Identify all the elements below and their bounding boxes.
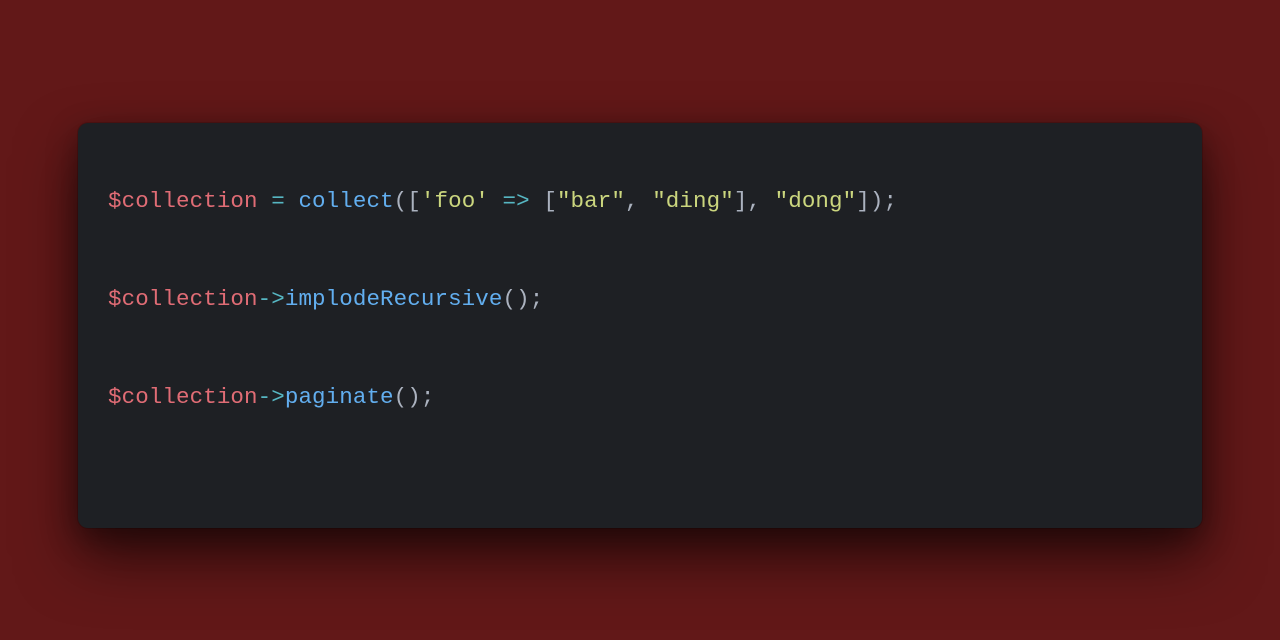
code-token: ();	[394, 384, 435, 410]
code-token: "dong"	[775, 188, 857, 214]
code-token: "ding"	[652, 188, 734, 214]
code-token: paginate	[285, 384, 394, 410]
code-token: ,	[625, 188, 652, 214]
code-token: 'foo'	[421, 188, 489, 214]
code-token: ([	[394, 188, 421, 214]
code-token: ],	[734, 188, 775, 214]
code-token	[258, 188, 272, 214]
code-card: $collection = collect(['foo' => ["bar", …	[78, 123, 1202, 528]
code-token: collect	[298, 188, 393, 214]
code-token	[489, 188, 503, 214]
code-token: =>	[503, 188, 530, 214]
code-token: "bar"	[557, 188, 625, 214]
code-token: =	[271, 188, 285, 214]
code-token: $collection	[108, 286, 258, 312]
code-token: ->	[258, 384, 285, 410]
code-block: $collection = collect(['foo' => ["bar", …	[108, 177, 1172, 422]
code-token: [	[530, 188, 557, 214]
code-token: $collection	[108, 384, 258, 410]
code-token: ->	[258, 286, 285, 312]
code-token: ();	[502, 286, 543, 312]
code-token: ]);	[856, 188, 897, 214]
code-token	[285, 188, 299, 214]
code-token: implodeRecursive	[285, 286, 503, 312]
code-token: $collection	[108, 188, 258, 214]
